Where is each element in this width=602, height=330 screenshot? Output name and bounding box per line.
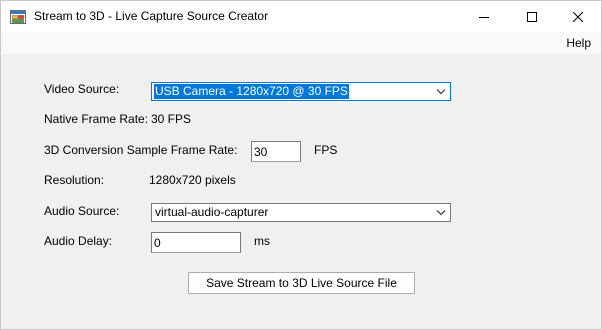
audio-source-dropdown[interactable]: virtual-audio-capturer	[151, 203, 451, 222]
resolution-value: 1280x720 pixels	[149, 173, 236, 187]
video-source-dropdown[interactable]: USB Camera - 1280x720 @ 30 FPS	[151, 82, 451, 101]
minimize-button[interactable]	[461, 1, 507, 32]
sample-frame-rate-input[interactable]: 30	[251, 141, 301, 162]
window-title: Stream to 3D - Live Capture Source Creat…	[34, 9, 269, 23]
chevron-down-icon[interactable]	[436, 209, 446, 216]
close-button[interactable]	[555, 1, 601, 32]
menu-bar: Help	[1, 32, 601, 54]
app-window: Stream to 3D - Live Capture Source Creat…	[0, 0, 602, 330]
app-window-icon[interactable]	[10, 9, 26, 25]
save-source-file-button[interactable]: Save Stream to 3D Live Source File	[188, 272, 415, 294]
native-frame-rate-label: Native Frame Rate:	[44, 112, 149, 126]
sample-frame-rate-unit: FPS	[314, 143, 338, 157]
form-body: Video Source: USB Camera - 1280x720 @ 30…	[1, 54, 601, 329]
audio-delay-label: Audio Delay:	[44, 234, 113, 248]
audio-source-value: virtual-audio-capturer	[155, 205, 269, 219]
audio-source-label: Audio Source:	[44, 204, 120, 218]
sample-frame-rate-label: 3D Conversion Sample Frame Rate:	[44, 143, 238, 157]
close-icon	[573, 11, 583, 22]
video-source-label: Video Source:	[44, 82, 120, 96]
audio-delay-unit: ms	[254, 234, 270, 248]
maximize-icon	[527, 11, 537, 22]
video-source-value: USB Camera - 1280x720 @ 30 FPS	[154, 84, 349, 99]
native-frame-rate-value: 30 FPS	[151, 112, 192, 126]
maximize-button[interactable]	[509, 1, 555, 32]
chevron-down-icon[interactable]	[436, 88, 446, 95]
audio-delay-input[interactable]: 0	[151, 232, 241, 253]
resolution-label: Resolution:	[44, 173, 105, 187]
title-bar[interactable]: Stream to 3D - Live Capture Source Creat…	[1, 1, 601, 32]
minimize-icon	[479, 16, 489, 18]
menu-item-help[interactable]: Help	[566, 36, 591, 50]
